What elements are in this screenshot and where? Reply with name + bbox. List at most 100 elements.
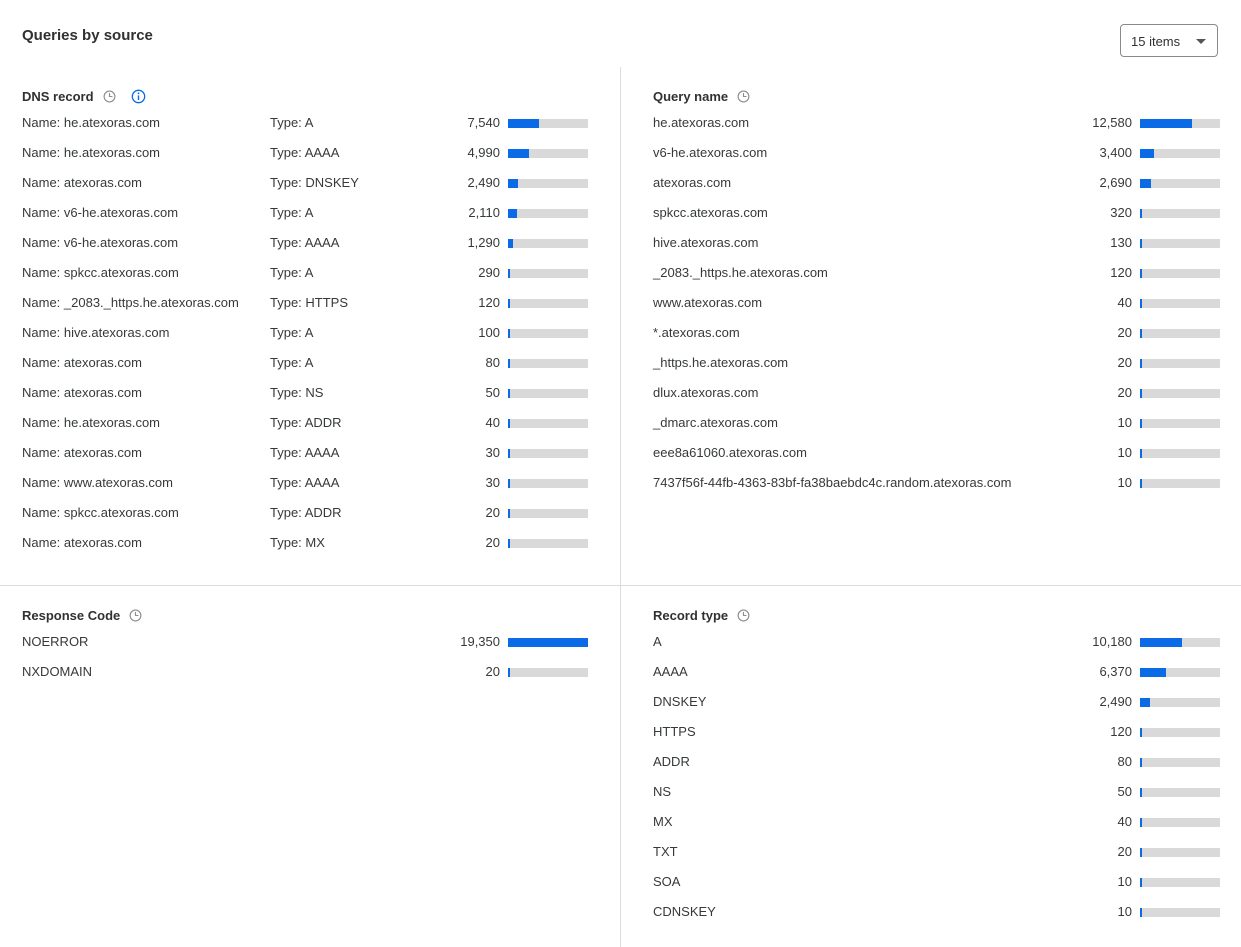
row-name: DNSKEY [653, 694, 707, 709]
bar-fill [508, 179, 518, 188]
row-name: *.atexoras.com [653, 325, 740, 340]
bar-fill [508, 269, 510, 278]
bar-track [508, 269, 588, 278]
bar-track [508, 539, 588, 548]
row-type: Type: AAAA [270, 445, 340, 460]
bar-track [1140, 359, 1220, 368]
row-name: CDNSKEY [653, 904, 716, 919]
bar-track [1140, 329, 1220, 338]
bar-fill [1140, 299, 1142, 308]
record-type-title: Record type [653, 607, 729, 623]
bar-track [508, 509, 588, 518]
row-name: Name: atexoras.com [22, 535, 142, 550]
row-name: A [653, 634, 662, 649]
row-name: _https.he.atexoras.com [653, 355, 789, 370]
bar-fill [1140, 698, 1150, 707]
bar-track [1140, 119, 1220, 128]
row-count: 120 [1110, 265, 1132, 280]
row-count: 80 [1117, 754, 1132, 769]
bar-fill [1140, 758, 1142, 767]
row-count: 100 [478, 325, 500, 340]
row-type: Type: MX [270, 535, 325, 550]
row-type: Type: A [270, 115, 314, 130]
row-count: 30 [485, 475, 500, 490]
row-count: 40 [1117, 295, 1132, 310]
bar-track [1140, 149, 1220, 158]
row-name: NOERROR [22, 634, 89, 649]
row-count: 20 [485, 664, 500, 679]
bar-fill [1140, 479, 1142, 488]
bar-track [1140, 389, 1220, 398]
bar-fill [508, 149, 529, 158]
row-type: Type: A [270, 205, 314, 220]
bar-fill [508, 239, 513, 248]
clock-icon[interactable] [129, 609, 142, 622]
bar-track [1140, 209, 1220, 218]
bar-track [1140, 269, 1220, 278]
row-count: 320 [1110, 205, 1132, 220]
row-count: 20 [1117, 325, 1132, 340]
bar-fill [1140, 359, 1142, 368]
row-name: NXDOMAIN [22, 664, 93, 679]
bar-fill [1140, 638, 1182, 647]
bar-track [508, 638, 588, 647]
row-count: 10,180 [1092, 634, 1132, 649]
bar-fill [1140, 239, 1142, 248]
dns-record-header: DNS record [22, 86, 146, 106]
row-type: Type: AAAA [270, 475, 340, 490]
bar-track [508, 149, 588, 158]
row-count: 50 [485, 385, 500, 400]
row-type: Type: A [270, 265, 314, 280]
row-count: 10 [1117, 445, 1132, 460]
row-name: Name: _2083._https.he.atexoras.com [22, 295, 239, 310]
horizontal-divider-left [0, 585, 620, 586]
row-count: 2,490 [467, 175, 500, 190]
row-name: Name: he.atexoras.com [22, 415, 161, 430]
row-count: 7,540 [467, 115, 500, 130]
clock-icon[interactable] [737, 609, 750, 622]
bar-track [1140, 449, 1220, 458]
bar-track [508, 209, 588, 218]
row-count: 6,370 [1099, 664, 1132, 679]
bar-track [1140, 788, 1220, 797]
row-count: 10 [1117, 874, 1132, 889]
bar-fill [1140, 269, 1142, 278]
bar-track [1140, 668, 1220, 677]
row-type: Type: A [270, 355, 314, 370]
bar-fill [508, 329, 510, 338]
info-icon[interactable] [131, 89, 146, 104]
row-count: 2,690 [1099, 175, 1132, 190]
bar-track [508, 179, 588, 188]
bar-fill [508, 668, 510, 677]
row-name: Name: v6-he.atexoras.com [22, 205, 179, 220]
page-title: Queries by source [22, 27, 153, 44]
row-name: SOA [653, 874, 681, 889]
row-type: Type: DNSKEY [270, 175, 359, 190]
bar-track [1140, 818, 1220, 827]
row-name: Name: v6-he.atexoras.com [22, 235, 179, 250]
row-type: Type: HTTPS [270, 295, 349, 310]
bar-fill [1140, 419, 1142, 428]
row-type: Type: ADDR [270, 505, 342, 520]
row-count: 3,400 [1099, 145, 1132, 160]
bar-fill [508, 209, 517, 218]
bar-fill [1140, 818, 1142, 827]
bar-fill [508, 638, 588, 647]
row-name: atexoras.com [653, 175, 732, 190]
row-count: 2,110 [468, 205, 500, 220]
bar-track [508, 419, 588, 428]
bar-fill [508, 509, 510, 518]
row-count: 80 [485, 355, 500, 370]
row-count: 2,490 [1099, 694, 1132, 709]
bar-fill [1140, 149, 1154, 158]
clock-icon[interactable] [737, 90, 750, 103]
row-name: MX [653, 814, 673, 829]
bar-fill [508, 299, 510, 308]
row-name: spkcc.atexoras.com [653, 205, 768, 220]
bar-fill [508, 389, 510, 398]
items-count-select[interactable]: 15 items [1120, 24, 1218, 57]
horizontal-divider-right [621, 585, 1241, 586]
bar-fill [508, 359, 510, 368]
row-name: Name: atexoras.com [22, 445, 142, 460]
clock-icon[interactable] [103, 90, 116, 103]
